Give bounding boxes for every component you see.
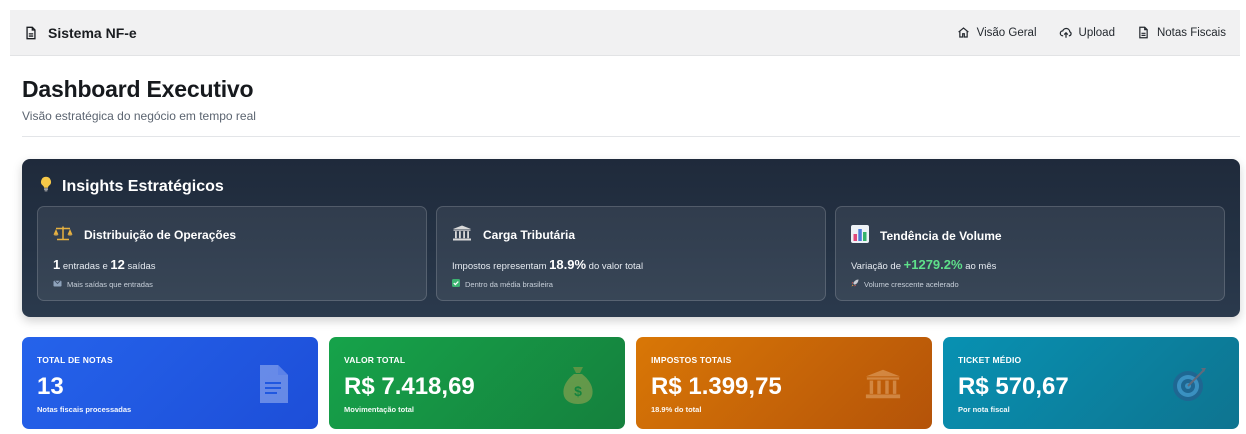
kpi-label: TICKET MÉDIO — [958, 355, 1022, 365]
insight-card-title: Carga Tributária — [483, 227, 576, 242]
tax-percentage: 18.9% — [549, 257, 587, 272]
note-text: Volume crescente acelerado — [864, 279, 959, 289]
insight-card-text: Impostos representam 18.9% do valor tota… — [452, 257, 643, 272]
divider — [22, 136, 1240, 137]
nav-item-upload[interactable]: Upload — [1059, 26, 1115, 40]
insight-card-header: Carga Tributária — [452, 225, 575, 244]
svg-text:$: $ — [574, 383, 582, 399]
kpi-card-valor-total[interactable]: VALOR TOTAL R$ 7.418,69 Movimentação tot… — [329, 337, 625, 429]
kpi-card-impostos-totais[interactable]: IMPOSTOS TOTAIS R$ 1.399,75 18.9% do tot… — [636, 337, 932, 429]
kpi-label: IMPOSTOS TOTAIS — [651, 355, 732, 365]
insight-card-note: Volume crescente acelerado — [851, 279, 959, 289]
note-text: Mais saídas que entradas — [67, 279, 153, 289]
document-icon — [24, 26, 38, 40]
kpi-label: VALOR TOTAL — [344, 355, 406, 365]
insight-card-header: Distribuição de Operações — [53, 225, 236, 244]
insight-card-note: Dentro da média brasileira — [452, 279, 553, 289]
insight-card-tendencia: Tendência de Volume Variação de +1279.2%… — [835, 206, 1225, 301]
saidas-label: saídas — [127, 261, 156, 272]
insight-card-carga-tributaria: Carga Tributária Impostos representam 18… — [436, 206, 826, 301]
insight-card-operacoes: Distribuição de Operações 1 entradas e 1… — [37, 206, 427, 301]
insight-card-text: 1 entradas e 12 saídas — [53, 257, 156, 272]
note-text: Dentro da média brasileira — [465, 279, 553, 289]
tax-prefix: Impostos representam — [452, 261, 547, 272]
insights-title: Insights Estratégicos — [62, 177, 224, 195]
document-icon — [258, 365, 288, 408]
home-icon — [957, 26, 971, 40]
balance-scale-icon — [53, 225, 73, 244]
rocket-icon — [851, 279, 859, 289]
trend-suffix: ao mês — [965, 261, 997, 272]
kpi-value: R$ 1.399,75 — [651, 373, 782, 400]
trend-percentage: +1279.2% — [903, 257, 963, 272]
page-subtitle: Visão estratégica do negócio em tempo re… — [22, 109, 256, 123]
insights-panel: Insights Estratégicos Distribuição de Op… — [22, 159, 1240, 317]
nav-item-visao-geral[interactable]: Visão Geral — [957, 26, 1037, 40]
outbox-icon — [53, 279, 62, 289]
target-icon — [1171, 365, 1209, 408]
saidas-count: 12 — [110, 257, 125, 272]
kpi-subtitle: Movimentação total — [344, 405, 415, 414]
nav-label: Upload — [1078, 26, 1115, 39]
app-name: Sistema NF-e — [48, 24, 137, 41]
tax-suffix: do valor total — [588, 261, 644, 272]
bar-chart-icon — [851, 225, 869, 246]
kpi-subtitle: Por nota fiscal — [958, 405, 1010, 414]
entradas-label: entradas e — [62, 261, 108, 272]
app-brand[interactable]: Sistema NF-e — [24, 25, 137, 41]
insights-header: Insights Estratégicos — [40, 176, 224, 197]
insight-card-title: Tendência de Volume — [880, 228, 1002, 243]
kpi-value: R$ 7.418,69 — [344, 373, 475, 400]
lightbulb-icon — [40, 176, 52, 197]
entradas-count: 1 — [53, 257, 61, 272]
page-title: Dashboard Executivo — [22, 76, 254, 102]
kpi-label: TOTAL DE NOTAS — [37, 355, 113, 365]
insight-card-text: Variação de +1279.2% ao mês — [851, 257, 996, 272]
main-nav: Visão Geral Upload Notas Fiscais — [957, 26, 1226, 40]
kpi-subtitle: 18.9% do total — [651, 405, 702, 414]
kpi-card-ticket-medio[interactable]: TICKET MÉDIO R$ 570,67 Por nota fiscal — [943, 337, 1239, 429]
bank-icon — [452, 225, 472, 244]
nav-label: Notas Fiscais — [1156, 26, 1226, 39]
kpi-value: 13 — [37, 373, 64, 400]
nav-label: Visão Geral — [976, 26, 1037, 39]
kpi-value: R$ 570,67 — [958, 373, 1069, 400]
insight-card-note: Mais saídas que entradas — [53, 279, 153, 289]
money-bag-icon: $ — [561, 365, 595, 410]
kpi-subtitle: Notas fiscais processadas — [37, 405, 132, 414]
kpi-card-total-notas[interactable]: TOTAL DE NOTAS 13 Notas fiscais processa… — [22, 337, 318, 429]
nav-item-notas-fiscais[interactable]: Notas Fiscais — [1137, 26, 1226, 40]
top-navbar: Sistema NF-e Visão Geral Upload Notas Fi… — [10, 10, 1240, 56]
insight-card-title: Distribuição de Operações — [84, 227, 237, 242]
cloud-upload-icon — [1059, 26, 1073, 40]
document-icon — [1137, 26, 1151, 40]
insight-card-header: Tendência de Volume — [851, 225, 1002, 246]
bank-icon — [864, 365, 902, 408]
page-header: Dashboard Executivo Visão estratégica do… — [22, 76, 256, 123]
check-icon — [452, 279, 460, 289]
trend-prefix: Variação de — [851, 261, 901, 272]
